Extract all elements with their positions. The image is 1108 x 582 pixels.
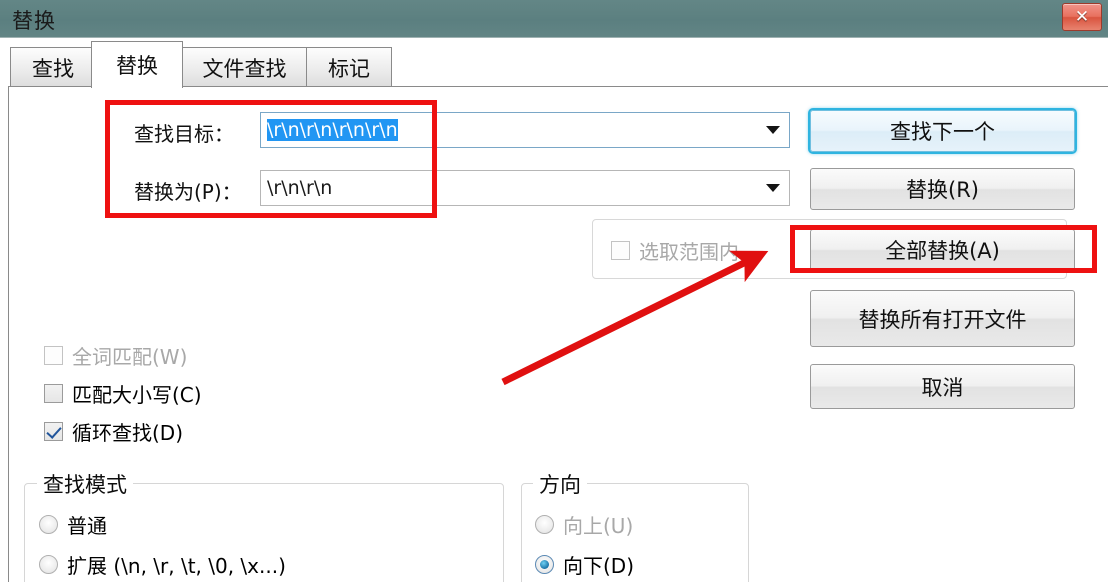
checkbox-label-whole-word: 全词匹配(W) — [72, 345, 188, 369]
radio-dot-down[interactable] — [535, 555, 554, 574]
find-label: 查找目标： — [134, 122, 234, 146]
checkbox-whole-word: 全词匹配(W) — [44, 341, 187, 370]
tab-find-in-files[interactable]: 文件查找 — [180, 47, 309, 88]
close-glyph: ✕ — [1074, 6, 1090, 27]
replace-input[interactable]: \r\n\r\n — [261, 177, 755, 199]
radio-dot-up — [535, 515, 554, 534]
replace-dialog: 替换 ✕ 查找 替换 文件查找 标记 查找目标： \r\n\r\n\r\n\r\… — [0, 0, 1108, 582]
replace-button[interactable]: 替换(R) — [810, 168, 1075, 210]
replace-all-opened-button[interactable]: 替换所有打开文件 — [810, 290, 1075, 347]
checkbox-wrap-around[interactable]: 循环查找(D) — [44, 417, 183, 446]
checkbox-box-wrap-around[interactable] — [44, 422, 63, 441]
find-input[interactable]: \r\n\r\n\r\n\r\n — [261, 119, 755, 141]
close-icon[interactable]: ✕ — [1062, 3, 1102, 31]
radio-direction-down[interactable]: 向下(D) — [535, 550, 634, 579]
tab-find[interactable]: 查找 — [10, 47, 96, 88]
radio-dot-extended[interactable] — [39, 555, 58, 574]
radio-direction-up: 向上(U) — [535, 510, 633, 539]
find-combo[interactable]: \r\n\r\n\r\n\r\n — [260, 112, 790, 148]
chevron-down-icon[interactable] — [755, 113, 789, 147]
radio-label-extended: 扩展 (\n, \r, \t, \0, \x...) — [67, 554, 286, 578]
replace-all-button[interactable]: 全部替换(A) — [810, 229, 1075, 271]
find-next-button[interactable]: 查找下一个 — [810, 110, 1075, 152]
window-title: 替换 — [12, 9, 56, 33]
tab-strip: 查找 替换 文件查找 标记 — [0, 39, 1108, 88]
checkbox-in-selection: 选取范围内 — [611, 236, 739, 265]
dialog-body: 查找目标： \r\n\r\n\r\n\r\n 替换为(P)： \r\n\r\n … — [8, 86, 1108, 582]
replace-label: 替换为(P)： — [134, 180, 242, 204]
tab-mark[interactable]: 标记 — [306, 47, 392, 88]
checkbox-box-in-selection — [611, 241, 630, 260]
checkbox-label-wrap-around: 循环查找(D) — [72, 421, 184, 445]
radio-mode-extended[interactable]: 扩展 (\n, \r, \t, \0, \x...) — [39, 550, 286, 579]
checkbox-match-case[interactable]: 匹配大小写(C) — [44, 379, 202, 408]
direction-title: 方向 — [533, 469, 587, 499]
checkbox-label-match-case: 匹配大小写(C) — [72, 383, 202, 407]
cancel-button[interactable]: 取消 — [810, 364, 1075, 409]
radio-dot-normal[interactable] — [39, 515, 58, 534]
tab-replace[interactable]: 替换 — [91, 41, 183, 88]
checkbox-label-in-selection: 选取范围内 — [639, 240, 739, 264]
find-input-value: \r\n\r\n\r\n\r\n — [267, 119, 398, 141]
radio-mode-normal[interactable]: 普通 — [39, 510, 107, 539]
radio-label-up: 向上(U) — [563, 514, 634, 538]
search-mode-title: 查找模式 — [37, 469, 133, 499]
titlebar: 替换 ✕ — [0, 0, 1108, 38]
checkbox-box-match-case[interactable] — [44, 384, 63, 403]
replace-combo[interactable]: \r\n\r\n — [260, 170, 790, 206]
radio-label-normal: 普通 — [67, 514, 107, 538]
chevron-down-icon-2[interactable] — [755, 171, 789, 205]
radio-label-down: 向下(D) — [563, 554, 635, 578]
checkbox-box-whole-word — [44, 346, 63, 365]
